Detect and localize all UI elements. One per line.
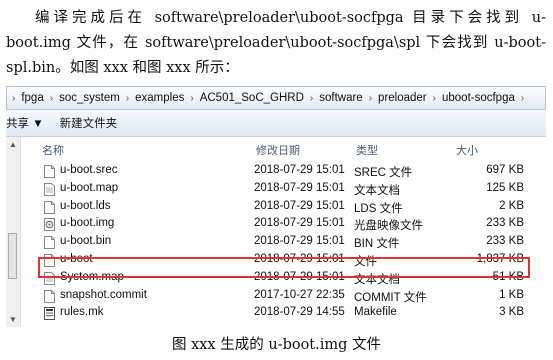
file-date: 2017-10-27 22:35 [254, 288, 345, 301]
file-row[interactable]: snapshot.commit 2017-10-27 22:35 COMMIT 文件… [38, 288, 530, 305]
file-row[interactable]: u-boot.srec 2018-07-29 15:01 SREC 文件 697 KB [38, 163, 530, 180]
file-name: u-boot.srec [60, 164, 118, 176]
breadcrumb-segment[interactable]: examples [132, 92, 187, 104]
file-date: 2018-07-29 14:55 [254, 306, 345, 319]
file-name: u-boot.img [60, 217, 115, 230]
breadcrumb-segment[interactable]: software [316, 92, 365, 104]
file-row[interactable]: u-boot.bin 2018-07-29 15:01 BIN 文件 233 KB [38, 234, 530, 251]
scrollbar-thumb[interactable] [8, 233, 17, 279]
file-type: COMMIT 文件 [354, 291, 427, 304]
breadcrumb-separator-icon: › [49, 92, 54, 104]
breadcrumb-separator-icon: › [125, 92, 130, 104]
file-row[interactable]: u-boot.img 2018-07-29 15:01 光盘映像文件 233 KB [38, 216, 530, 233]
new-folder-button[interactable]: 新建文件夹 [52, 115, 126, 131]
breadcrumb-segment[interactable]: fpga [18, 92, 46, 104]
file-name: u-boot.bin [60, 235, 112, 248]
file-date: 2018-07-29 15:01 [254, 199, 345, 212]
figure-caption: 图 xxx 生成的 u-boot.img 文件 [171, 337, 382, 353]
file-name: snapshot.commit [60, 288, 147, 301]
file-size: 233 KB [486, 217, 524, 230]
column-header-type[interactable]: 类型 [356, 142, 378, 158]
breadcrumb-separator-icon: › [368, 92, 373, 104]
file-row[interactable]: rules.mk 2018-07-29 14:55 Makefile 3 KB [38, 305, 530, 322]
breadcrumb-separator-icon: › [309, 92, 314, 104]
file-type: 文本文档 [354, 184, 400, 197]
explorer-screenshot: › fpga › soc_system › examples › AC501_SoC_GHRD… [6, 86, 546, 327]
makefile-icon [44, 307, 55, 321]
share-menu-button[interactable]: 共享 ▼ [6, 115, 52, 131]
file-size: 233 KB [486, 235, 524, 248]
file-size: 3 KB [499, 306, 524, 319]
file-date: 2018-07-29 15:01 [254, 235, 345, 248]
file-size: 2 KB [499, 199, 524, 212]
file-icon [44, 236, 55, 250]
scroll-up-icon[interactable]: ▲ [9, 140, 17, 149]
breadcrumb-separator-icon: › [190, 92, 194, 104]
file-icon [44, 289, 55, 303]
column-header-size[interactable]: 大小 [456, 142, 478, 158]
file-name: u-boot.map [60, 181, 119, 194]
file-size: 697 KB [486, 164, 524, 176]
column-header-name[interactable]: 名称 [42, 142, 64, 158]
breadcrumb-separator-icon: › [432, 92, 436, 104]
column-headers: 名称 修改日期 类型 大小 [6, 137, 546, 159]
breadcrumb-segment[interactable]: AC501_SoC_GHRD [197, 92, 307, 104]
file-type: BIN 文件 [354, 238, 400, 251]
breadcrumb-segment[interactable]: preloader [375, 92, 430, 104]
breadcrumb[interactable]: › fpga › soc_system › examples › AC501_SoC_GHRD… [6, 86, 546, 110]
highlight-box [38, 257, 530, 278]
file-date: 2018-07-29 15:01 [254, 217, 345, 230]
breadcrumb-lead-icon: › [12, 92, 16, 104]
file-size: 125 KB [486, 181, 524, 194]
file-icon [44, 200, 55, 214]
file-row[interactable]: u-boot.lds 2018-07-29 15:01 LDS 文件 2 KB [38, 199, 530, 216]
file-date: 2018-07-29 15:01 [254, 164, 345, 176]
file-size: 1 KB [499, 288, 524, 301]
file-type: SREC 文件 [354, 167, 413, 179]
column-header-date[interactable]: 修改日期 [256, 142, 300, 158]
vertical-scrollbar[interactable]: ▲ ▼ [6, 137, 21, 327]
file-icon [44, 165, 55, 178]
disc-image-icon [44, 218, 55, 232]
explorer-toolbar: 共享 ▼ 新建文件夹 [6, 110, 546, 137]
file-name: u-boot.lds [60, 199, 111, 212]
file-name: rules.mk [60, 306, 104, 319]
breadcrumb-segment[interactable]: soc_system [56, 92, 123, 104]
file-type: LDS 文件 [354, 202, 403, 215]
text-file-icon [44, 182, 55, 196]
body-paragraph: 编译完成后在 software\preloader\uboot-socfpga … [6, 10, 546, 76]
scroll-down-icon[interactable]: ▼ [9, 315, 17, 324]
file-type: 光盘映像文件 [354, 220, 423, 233]
breadcrumb-trail-icon: › [520, 92, 525, 104]
file-type: Makefile [354, 306, 397, 319]
breadcrumb-segment[interactable]: uboot-socfpga [439, 92, 518, 104]
file-date: 2018-07-29 15:01 [254, 181, 345, 194]
file-row[interactable]: u-boot.map 2018-07-29 15:01 文本文档 125 KB [38, 181, 530, 198]
